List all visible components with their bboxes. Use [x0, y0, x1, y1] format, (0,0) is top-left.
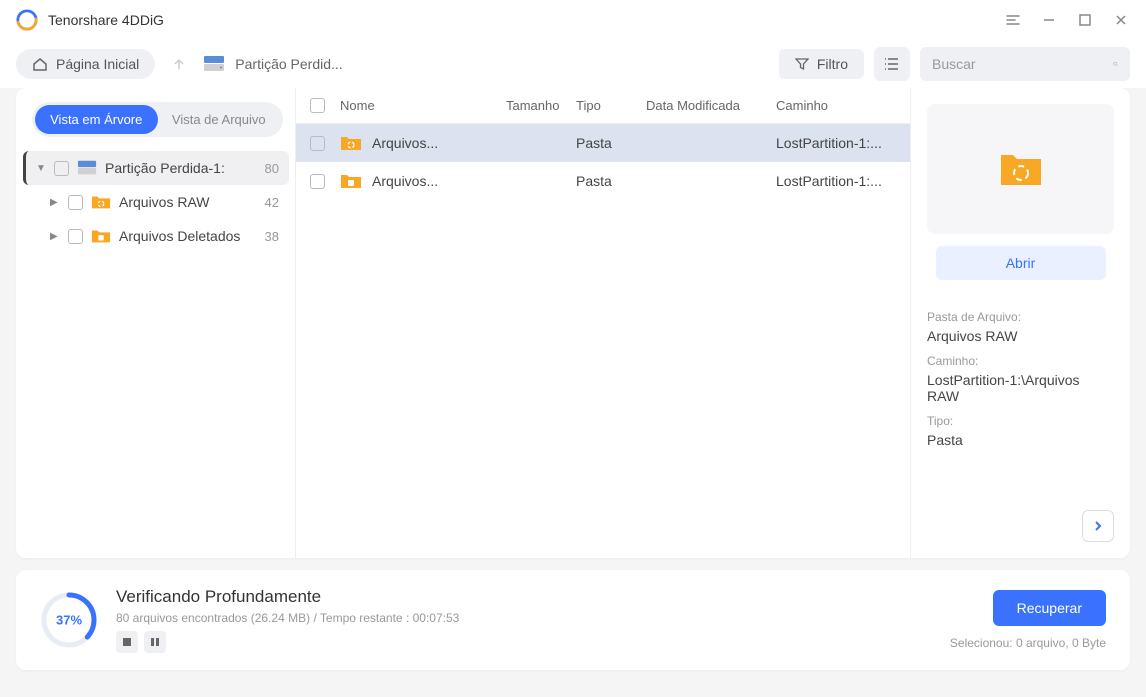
close-button[interactable] — [1112, 11, 1130, 29]
menu-icon[interactable] — [1004, 11, 1022, 29]
selection-info: Selecionou: 0 arquivo, 0 Byte — [950, 636, 1106, 650]
stop-button[interactable] — [116, 631, 138, 653]
tree-item-deleted[interactable]: ▶ Arquivos Deletados 38 — [26, 219, 289, 253]
app-logo-icon — [16, 9, 38, 31]
tree-count: 80 — [265, 161, 279, 176]
list-item[interactable]: Arquivos... Pasta LostPartition-1:... — [296, 162, 910, 200]
titlebar: Tenorshare 4DDiG — [0, 0, 1146, 40]
col-date[interactable]: Data Modificada — [646, 98, 776, 113]
folder-trash-icon — [340, 171, 362, 191]
tree-checkbox[interactable] — [68, 229, 83, 244]
details-panel: Abrir Pasta de Arquivo: Arquivos RAW Cam… — [910, 88, 1130, 558]
pause-button[interactable] — [144, 631, 166, 653]
drive-icon — [203, 55, 225, 73]
tree-label: Arquivos Deletados — [119, 228, 257, 244]
folder-trash-icon — [91, 227, 111, 245]
tree-label: Arquivos RAW — [119, 194, 257, 210]
tree-label: Partição Perdida-1: — [105, 160, 257, 176]
list-header: Nome Tamanho Tipo Data Modificada Caminh… — [296, 88, 910, 124]
row-path: LostPartition-1:... — [776, 135, 896, 151]
select-all-checkbox[interactable] — [310, 98, 325, 113]
maximize-button[interactable] — [1076, 11, 1094, 29]
detail-type-label: Tipo: — [927, 414, 1114, 428]
breadcrumb: Partição Perdid... — [203, 55, 767, 73]
filter-label: Filtro — [817, 56, 848, 72]
col-path[interactable]: Caminho — [776, 98, 896, 113]
view-toggle-button[interactable] — [874, 47, 910, 81]
app-title: Tenorshare 4DDiG — [48, 12, 1004, 28]
chevron-right-icon[interactable]: ▶ — [50, 231, 60, 242]
status-bar: 37% Verificando Profundamente 80 arquivo… — [16, 570, 1130, 670]
row-checkbox[interactable] — [310, 136, 325, 151]
row-name: Arquivos... — [372, 135, 506, 151]
file-list: Nome Tamanho Tipo Data Modificada Caminh… — [296, 88, 910, 558]
row-type: Pasta — [576, 135, 646, 151]
view-tabs: Vista em Árvore Vista de Arquivo — [32, 102, 283, 137]
row-name: Arquivos... — [372, 173, 506, 189]
home-icon — [32, 56, 48, 72]
detail-type-value: Pasta — [927, 432, 1114, 448]
search-box[interactable] — [920, 47, 1130, 81]
home-button[interactable]: Página Inicial — [16, 49, 155, 79]
tree-item-raw[interactable]: ▶ Arquivos RAW 42 — [26, 185, 289, 219]
filter-icon — [795, 57, 809, 71]
folder-icon — [340, 133, 362, 153]
folder-preview-icon — [999, 149, 1043, 189]
sidebar: Vista em Árvore Vista de Arquivo ▼ Parti… — [16, 88, 296, 558]
list-item[interactable]: Arquivos... Pasta LostPartition-1:... — [296, 124, 910, 162]
detail-folder-value: Arquivos RAW — [927, 328, 1114, 344]
status-sub: 80 arquivos encontrados (26.24 MB) / Tem… — [116, 611, 950, 625]
home-label: Página Inicial — [56, 56, 139, 72]
toolbar: Página Inicial Partição Perdid... Filtro — [0, 40, 1146, 88]
detail-folder-label: Pasta de Arquivo: — [927, 310, 1114, 324]
preview-box — [927, 104, 1114, 234]
pause-icon — [151, 638, 159, 646]
drive-icon — [77, 159, 97, 177]
stop-icon — [123, 638, 131, 646]
col-type[interactable]: Tipo — [576, 98, 646, 113]
col-size[interactable]: Tamanho — [506, 98, 576, 113]
chevron-down-icon[interactable]: ▼ — [36, 163, 46, 174]
search-input[interactable] — [932, 56, 1113, 72]
col-name[interactable]: Nome — [340, 98, 506, 113]
progress-percent: 37% — [56, 613, 82, 628]
detail-path-value: LostPartition-1:\Arquivos RAW — [927, 372, 1114, 404]
tree-item-partition[interactable]: ▼ Partição Perdida-1: 80 — [23, 151, 289, 185]
recover-button[interactable]: Recuperar — [993, 590, 1106, 626]
folder-icon — [91, 193, 111, 211]
row-path: LostPartition-1:... — [776, 173, 896, 189]
filter-button[interactable]: Filtro — [779, 49, 864, 79]
status-title: Verificando Profundamente — [116, 587, 950, 607]
list-view-icon — [884, 56, 900, 72]
open-button[interactable]: Abrir — [936, 246, 1106, 280]
row-checkbox[interactable] — [310, 174, 325, 189]
up-button[interactable] — [167, 52, 191, 76]
row-type: Pasta — [576, 173, 646, 189]
next-button[interactable] — [1082, 510, 1114, 542]
tab-file-view[interactable]: Vista de Arquivo — [158, 105, 281, 134]
main-content: Vista em Árvore Vista de Arquivo ▼ Parti… — [16, 88, 1130, 558]
tab-tree-view[interactable]: Vista em Árvore — [35, 105, 158, 134]
search-icon — [1113, 56, 1118, 72]
progress-circle: 37% — [40, 591, 98, 649]
chevron-right-icon — [1092, 520, 1104, 532]
breadcrumb-text: Partição Perdid... — [235, 56, 342, 72]
minimize-button[interactable] — [1040, 11, 1058, 29]
tree-count: 42 — [265, 195, 279, 210]
tree-count: 38 — [265, 229, 279, 244]
chevron-right-icon[interactable]: ▶ — [50, 197, 60, 208]
tree-checkbox[interactable] — [54, 161, 69, 176]
detail-path-label: Caminho: — [927, 354, 1114, 368]
tree-checkbox[interactable] — [68, 195, 83, 210]
